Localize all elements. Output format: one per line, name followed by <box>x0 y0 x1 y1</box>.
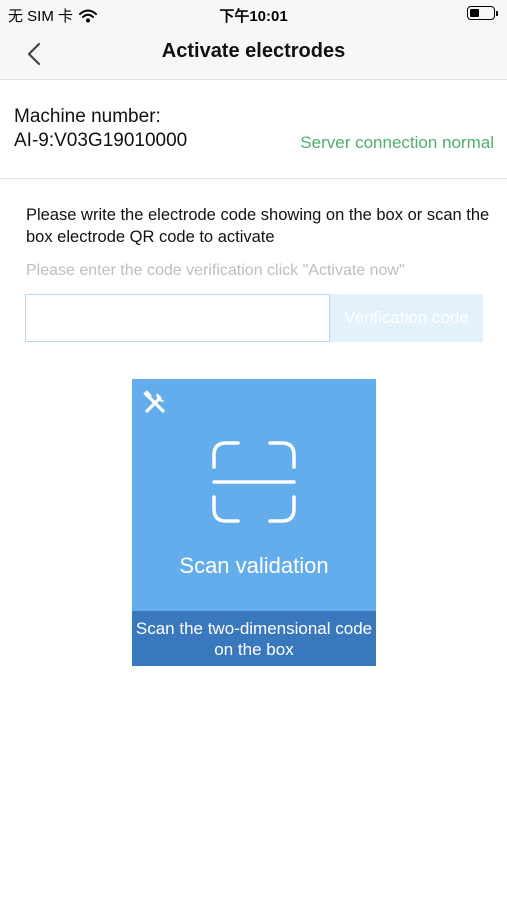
page-title: Activate electrodes <box>161 40 346 62</box>
verification-code-button[interactable]: Verification code <box>330 294 483 342</box>
scan-frame-icon <box>212 441 296 523</box>
server-status-text: Server connection normal <box>300 133 494 152</box>
scan-instruction-footer: Scan the two-dimensional code on the box <box>132 611 376 666</box>
status-bar: 无 SIM 卡 下午10:01 <box>0 0 507 28</box>
battery-icon <box>467 6 498 20</box>
nav-bar: Activate electrodes <box>0 28 507 80</box>
activation-instructions: Please write the electrode code showing … <box>26 206 490 246</box>
activation-hint: Please enter the code verification click… <box>26 262 405 279</box>
machine-number-label: Machine number: <box>14 106 161 127</box>
machine-number-value: AI-9:V03G19010000 <box>14 130 188 151</box>
scan-validation-title: Scan validation <box>179 553 329 578</box>
scan-validation-card[interactable]: Scan validation Scan the two-dimensional… <box>132 379 376 666</box>
machine-info: Machine number: AI-9:V03G19010000 Server… <box>0 80 507 179</box>
battery-fill <box>470 9 480 17</box>
tools-icon <box>143 390 165 413</box>
status-time: 下午10:01 <box>219 8 288 25</box>
electrode-code-input[interactable] <box>25 294 330 342</box>
